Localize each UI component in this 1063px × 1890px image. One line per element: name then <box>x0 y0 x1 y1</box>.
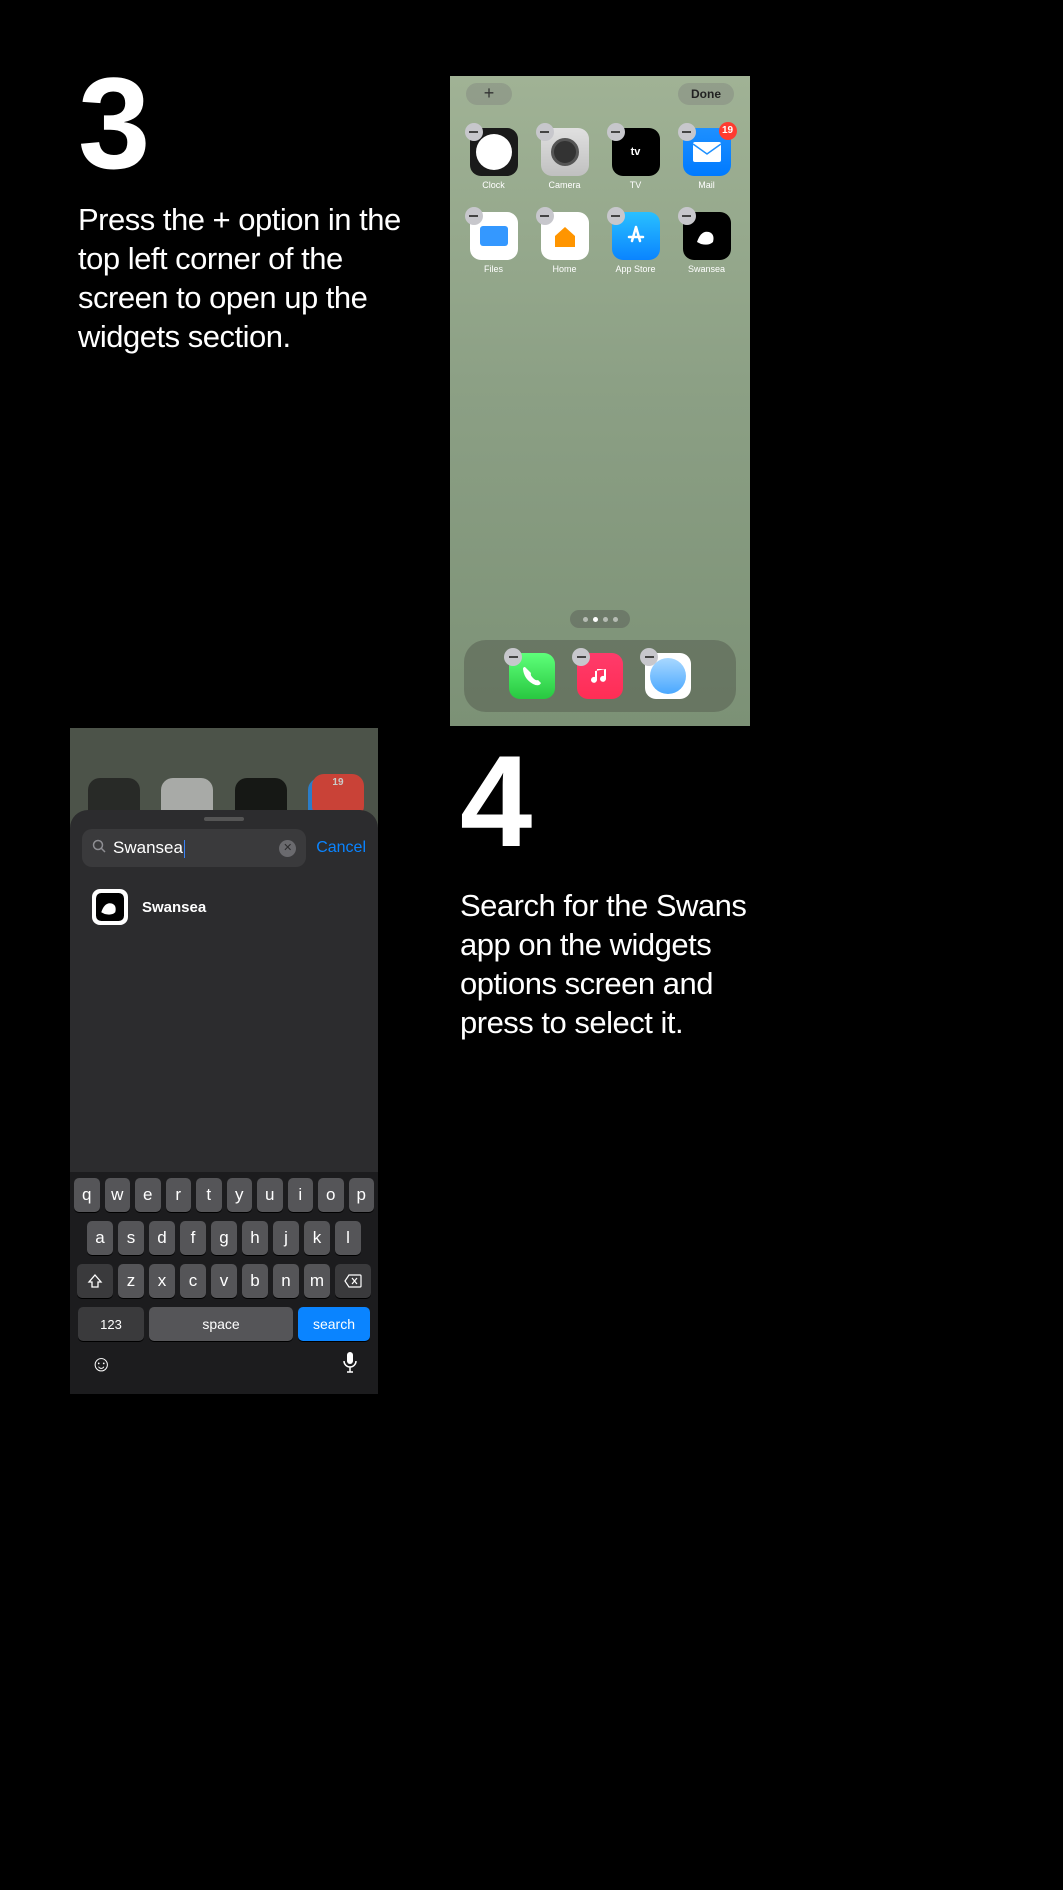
key-l[interactable]: l <box>335 1221 361 1255</box>
keyboard: q w e r t y u i o p a s d f g h j k l <box>70 1172 378 1394</box>
done-button[interactable]: Done <box>678 83 734 105</box>
app-camera[interactable]: Camera <box>535 128 594 190</box>
app-label: App Store <box>606 264 665 274</box>
key-123[interactable]: 123 <box>78 1307 144 1341</box>
key-w[interactable]: w <box>105 1178 131 1212</box>
app-clock[interactable]: Clock <box>464 128 523 190</box>
search-icon <box>92 839 107 858</box>
key-space[interactable]: space <box>149 1307 293 1341</box>
files-icon <box>470 212 518 260</box>
remove-app-icon[interactable] <box>536 123 554 141</box>
dictation-button[interactable] <box>342 1351 358 1379</box>
key-o[interactable]: o <box>318 1178 344 1212</box>
remove-app-icon[interactable] <box>640 648 658 666</box>
step-4-number: 4 <box>460 726 526 876</box>
appstore-icon <box>612 212 660 260</box>
remove-app-icon[interactable] <box>572 648 590 666</box>
remove-app-icon[interactable] <box>607 207 625 225</box>
app-mail[interactable]: 19 Mail <box>677 128 736 190</box>
remove-app-icon[interactable] <box>465 207 483 225</box>
keyboard-bottom-row: 123 space search <box>74 1307 374 1341</box>
key-j[interactable]: j <box>273 1221 299 1255</box>
key-c[interactable]: c <box>180 1264 206 1298</box>
key-f[interactable]: f <box>180 1221 206 1255</box>
key-y[interactable]: y <box>227 1178 253 1212</box>
key-m[interactable]: m <box>304 1264 330 1298</box>
clock-icon <box>470 128 518 176</box>
swansea-icon <box>92 889 128 925</box>
key-t[interactable]: t <box>196 1178 222 1212</box>
cancel-button[interactable]: Cancel <box>316 839 366 857</box>
remove-app-icon[interactable] <box>678 123 696 141</box>
keyboard-row-2: a s d f g h j k l <box>74 1221 374 1255</box>
search-value: Swansea <box>113 838 273 858</box>
app-label: Home <box>535 264 594 274</box>
remove-app-icon[interactable] <box>607 123 625 141</box>
key-b[interactable]: b <box>242 1264 268 1298</box>
key-g[interactable]: g <box>211 1221 237 1255</box>
app-label: Swansea <box>677 264 736 274</box>
widget-search-sheet: Swansea ✕ Cancel Swansea q w e r t y u i… <box>70 810 378 1394</box>
key-p[interactable]: p <box>349 1178 375 1212</box>
key-shift[interactable] <box>77 1264 113 1298</box>
remove-app-icon[interactable] <box>536 207 554 225</box>
key-search[interactable]: search <box>298 1307 370 1341</box>
app-swansea[interactable]: Swansea <box>677 212 736 274</box>
phone-screenshot-edit-mode: + Done Clock Camera tv TV 19 Mail Files <box>450 76 750 726</box>
dock-app-music[interactable] <box>577 653 623 699</box>
camera-icon <box>541 128 589 176</box>
home-icon <box>541 212 589 260</box>
keyboard-row-3: z x c v b n m <box>74 1264 374 1298</box>
mail-icon: 19 <box>683 128 731 176</box>
key-k[interactable]: k <box>304 1221 330 1255</box>
key-i[interactable]: i <box>288 1178 314 1212</box>
dock <box>464 640 736 712</box>
app-files[interactable]: Files <box>464 212 523 274</box>
step-4-description: Search for the Swans app on the widgets … <box>460 886 780 1042</box>
emoji-button[interactable]: ☺ <box>90 1351 112 1379</box>
tv-icon: tv <box>612 128 660 176</box>
app-label: TV <box>606 180 665 190</box>
step-3-description: Press the + option in the top left corne… <box>78 200 408 356</box>
key-backspace[interactable] <box>335 1264 371 1298</box>
keyboard-row-1: q w e r t y u i o p <box>74 1178 374 1212</box>
key-r[interactable]: r <box>166 1178 192 1212</box>
key-s[interactable]: s <box>118 1221 144 1255</box>
app-label: Files <box>464 264 523 274</box>
key-e[interactable]: e <box>135 1178 161 1212</box>
step-3-number: 3 <box>78 48 144 198</box>
app-label: Mail <box>677 180 736 190</box>
clear-search-icon[interactable]: ✕ <box>279 840 296 857</box>
key-d[interactable]: d <box>149 1221 175 1255</box>
swansea-icon <box>683 212 731 260</box>
search-input[interactable]: Swansea ✕ <box>82 829 306 867</box>
notification-badge: 19 <box>719 122 737 140</box>
dock-app-phone[interactable] <box>509 653 555 699</box>
dock-app-safari[interactable] <box>645 653 691 699</box>
add-widget-button[interactable]: + <box>466 83 512 105</box>
remove-app-icon[interactable] <box>504 648 522 666</box>
app-label: Camera <box>535 180 594 190</box>
app-home[interactable]: Home <box>535 212 594 274</box>
key-n[interactable]: n <box>273 1264 299 1298</box>
remove-app-icon[interactable] <box>678 207 696 225</box>
key-z[interactable]: z <box>118 1264 144 1298</box>
key-a[interactable]: a <box>87 1221 113 1255</box>
app-label: Clock <box>464 180 523 190</box>
phone-screenshot-widget-search: 19 Swansea ✕ Cancel Swansea q w e <box>70 728 378 1394</box>
app-appstore[interactable]: App Store <box>606 212 665 274</box>
key-q[interactable]: q <box>74 1178 100 1212</box>
result-label: Swansea <box>142 899 206 916</box>
key-x[interactable]: x <box>149 1264 175 1298</box>
key-u[interactable]: u <box>257 1178 283 1212</box>
search-result-swansea[interactable]: Swansea <box>70 875 378 939</box>
key-h[interactable]: h <box>242 1221 268 1255</box>
key-v[interactable]: v <box>211 1264 237 1298</box>
remove-app-icon[interactable] <box>465 123 483 141</box>
page-indicator[interactable] <box>570 610 630 628</box>
app-tv[interactable]: tv TV <box>606 128 665 190</box>
